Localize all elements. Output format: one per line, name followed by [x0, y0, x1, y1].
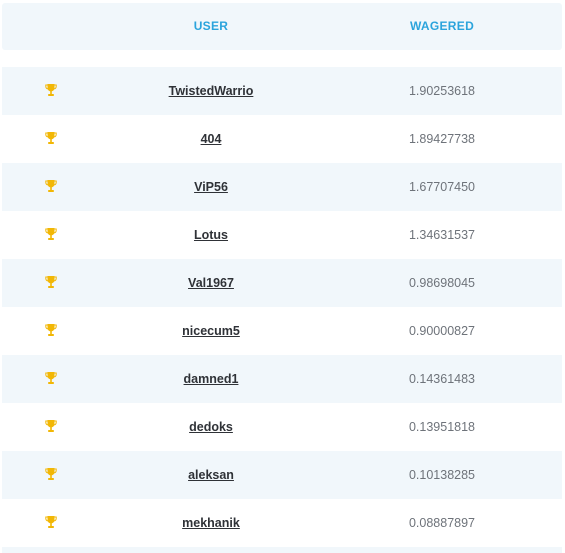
trophy-icon [45, 84, 57, 96]
table-header: USER WAGERED [2, 3, 562, 50]
table-row: Val1967 0.98698045 [2, 259, 562, 307]
wagered-value: 0.10138285 [408, 468, 476, 482]
table-row: ViP56 1.67707450 [2, 163, 562, 211]
wagered-value: 0.14361483 [408, 372, 476, 386]
trophy-icon [45, 180, 57, 192]
trophy-icon [45, 420, 57, 432]
trophy-icon [45, 228, 57, 240]
username-link[interactable]: aleksan [111, 451, 311, 499]
table-row: 404 1.89427738 [2, 115, 562, 163]
wagered-value: 1.34631537 [408, 228, 476, 242]
username-link[interactable]: ViP56 [111, 163, 311, 211]
wagered-value: 1.90253618 [408, 84, 476, 98]
username-link[interactable]: 404 [111, 115, 311, 163]
next-row-edge [2, 547, 562, 553]
wagered-value: 1.67707450 [408, 180, 476, 194]
trophy-icon [45, 276, 57, 288]
wagered-value: 0.90000827 [408, 324, 476, 338]
table-row: mekhanik 0.08887897 [2, 499, 562, 547]
trophy-icon [45, 324, 57, 336]
wagered-value: 0.98698045 [408, 276, 476, 290]
trophy-icon [45, 516, 57, 528]
trophy-icon [45, 468, 57, 480]
username-link[interactable]: mekhanik [111, 499, 311, 547]
table-row: dedoks 0.13951818 [2, 403, 562, 451]
trophy-icon [45, 132, 57, 144]
table-row: TwistedWarrio 1.90253618 [2, 67, 562, 115]
username-link[interactable]: damned1 [111, 355, 311, 403]
column-header-wagered: WAGERED [409, 19, 475, 33]
wagered-value: 1.89427738 [408, 132, 476, 146]
wagered-value: 0.08887897 [408, 516, 476, 530]
table-row: nicecum5 0.90000827 [2, 307, 562, 355]
username-link[interactable]: Lotus [111, 211, 311, 259]
leaderboard: USER WAGERED TwistedWarrio 1.90253618 40… [0, 0, 565, 553]
trophy-icon [45, 372, 57, 384]
table-row: damned1 0.14361483 [2, 355, 562, 403]
username-link[interactable]: nicecum5 [111, 307, 311, 355]
username-link[interactable]: Val1967 [111, 259, 311, 307]
table-body: TwistedWarrio 1.90253618 404 1.89427738 … [2, 67, 562, 547]
username-link[interactable]: TwistedWarrio [111, 67, 311, 115]
table-row: aleksan 0.10138285 [2, 451, 562, 499]
username-link[interactable]: dedoks [111, 403, 311, 451]
wagered-value: 0.13951818 [408, 420, 476, 434]
table-row: Lotus 1.34631537 [2, 211, 562, 259]
column-header-user: USER [193, 19, 229, 33]
